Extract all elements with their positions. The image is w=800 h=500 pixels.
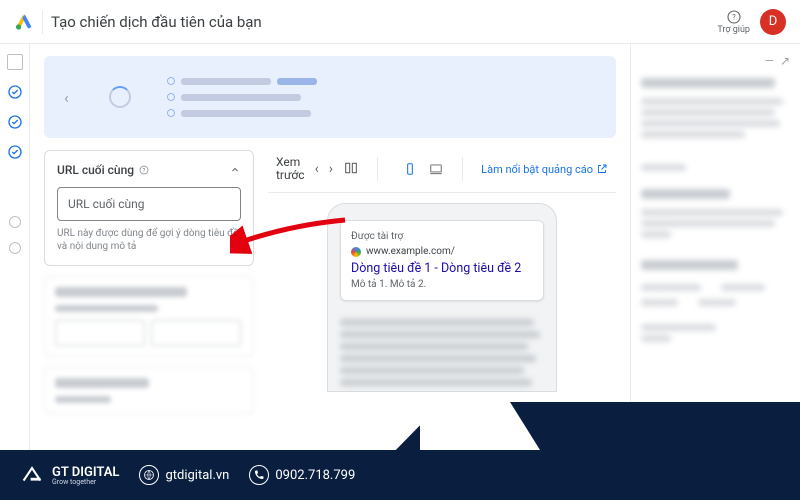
preview-prev-button[interactable]: ‹ (315, 161, 319, 177)
footer-phone[interactable]: 0902.718.799 (249, 465, 355, 485)
footer-brand: GT DIGITAL Grow together (18, 461, 119, 489)
google-ads-logo (14, 12, 34, 32)
final-url-hint: URL này được dùng để gợi ý dòng tiêu đề … (57, 227, 241, 253)
loading-spinner-icon (109, 86, 131, 108)
external-link-icon (596, 163, 608, 175)
stepper-banner: ‹ (44, 56, 616, 138)
help-icon: ? (726, 9, 742, 25)
final-url-card-title: URL cuối cùng ? (57, 163, 150, 177)
mobile-preview-frame: Được tài trợ www.example.com/ Dòng tiêu … (327, 203, 557, 392)
display-path-card[interactable] (44, 276, 254, 357)
rail-step-box-icon (7, 54, 23, 70)
rail-step-done-icon (7, 84, 23, 100)
preview-label: Xem trước (276, 156, 305, 182)
page-title: Tạo chiến dịch đầu tiên của bạn (51, 13, 717, 31)
headlines-card[interactable] (44, 367, 254, 414)
preview-toolbar: Xem trước ‹ › (268, 150, 616, 193)
stepper-checklist (167, 77, 317, 117)
app-header: Tạo chiến dịch đầu tiên của bạn ? Trợ gi… (0, 0, 800, 44)
help-button[interactable]: ? Trợ giúp (717, 9, 750, 35)
ad-headline: Dòng tiêu đề 1 - Dòng tiêu đề 2 (351, 261, 533, 276)
preview-next-button[interactable]: › (329, 161, 333, 177)
highlight-ad-link[interactable]: Làm nổi bật quảng cáo (481, 163, 608, 176)
mobile-device-icon[interactable] (402, 162, 418, 176)
rail-step-done-icon (7, 144, 23, 160)
right-panel: — ↗ (630, 44, 800, 450)
display-url: www.example.com/ (366, 246, 455, 257)
final-url-input[interactable]: URL cuối cùng (57, 187, 241, 221)
user-avatar[interactable]: D (760, 9, 786, 35)
phone-icon (249, 465, 269, 485)
brand-footer: GT DIGITAL Grow together gtdigital.vn 09… (0, 450, 800, 500)
collapse-icon[interactable]: — (765, 54, 774, 68)
globe-icon (139, 465, 159, 485)
header-divider (42, 10, 43, 34)
svg-text:?: ? (732, 12, 736, 21)
preview-body-placeholder (340, 319, 544, 386)
rail-step-pending-icon (9, 242, 21, 254)
final-url-card: URL cuối cùng ? URL cuối cùng URL này đư… (44, 150, 254, 266)
step-rail (0, 44, 30, 450)
desktop-device-icon[interactable] (428, 162, 444, 176)
stepper-prev[interactable]: ‹ (60, 88, 73, 107)
info-icon[interactable]: ? (138, 164, 150, 176)
columns-icon[interactable] (343, 160, 359, 179)
ad-description: Mô tả 1. Mô tả 2. (351, 279, 533, 290)
rail-step-pending-icon (9, 216, 21, 228)
svg-text:?: ? (143, 168, 146, 174)
sponsored-label: Được tài trợ (351, 231, 533, 242)
footer-website[interactable]: gtdigital.vn (139, 465, 229, 485)
favicon-icon (351, 247, 361, 257)
ad-preview-card: Được tài trợ www.example.com/ Dòng tiêu … (340, 220, 544, 301)
expand-icon[interactable]: ↗ (780, 54, 790, 68)
gt-logo-icon (18, 461, 46, 489)
rail-step-done-icon (7, 114, 23, 130)
collapse-chevron-icon[interactable] (229, 164, 241, 176)
